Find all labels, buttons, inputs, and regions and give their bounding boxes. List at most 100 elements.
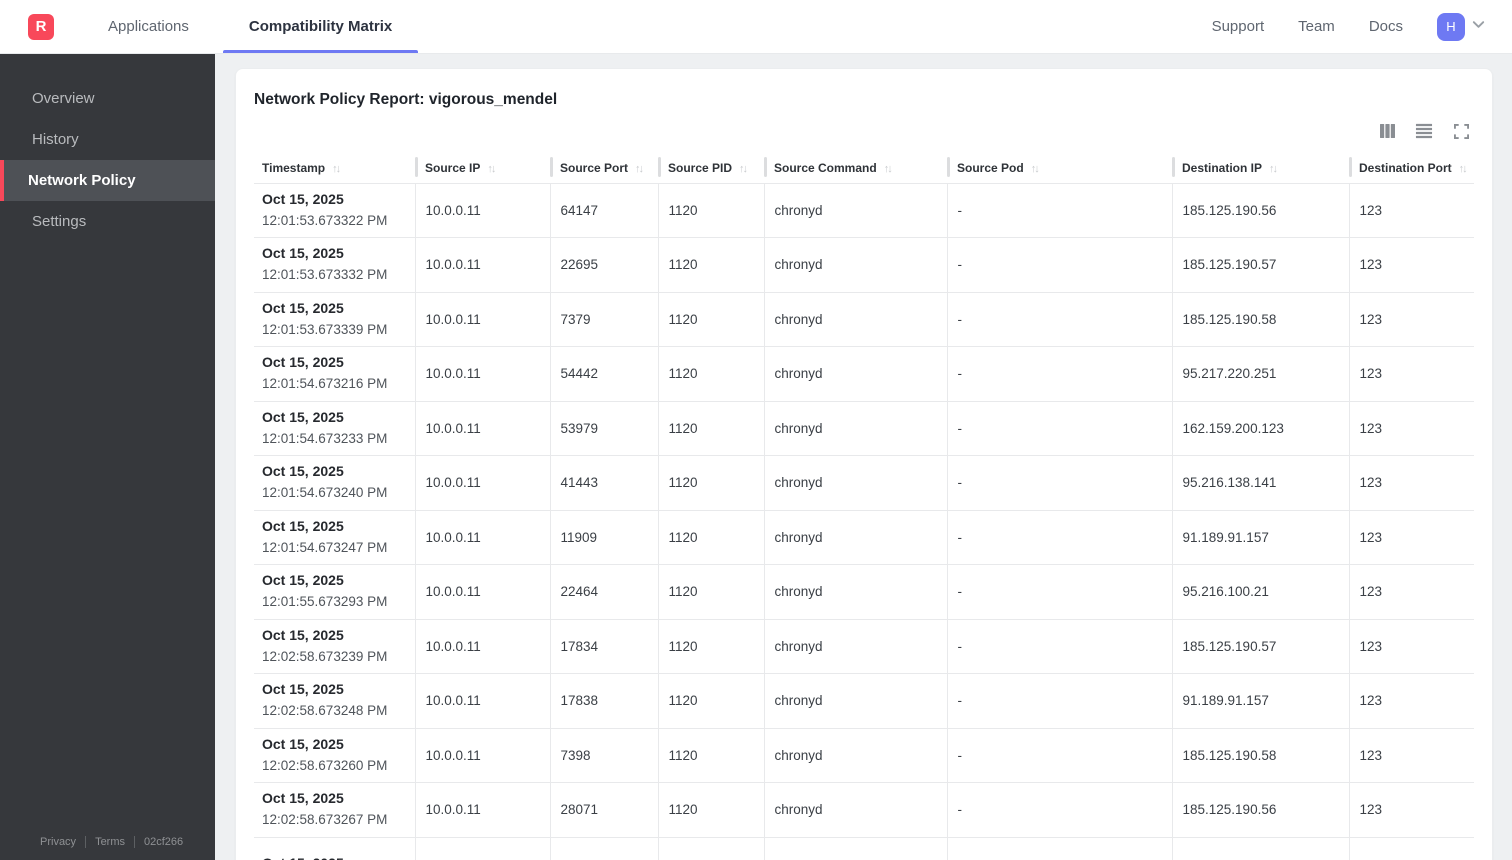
destination-port-cell: 123 [1348, 510, 1474, 565]
column-header-source-ip[interactable]: Source IP ↑↓ [415, 153, 550, 184]
column-label: Source PID [668, 160, 733, 175]
columns-view-icon[interactable] [1378, 122, 1396, 140]
destination-ip-cell: 91.189.91.157 [1171, 673, 1349, 729]
table-toolbar [254, 122, 1470, 140]
table-row: Oct 15, 2025 12:01:54.673247 PM 10.0.0.11 1… [254, 510, 1474, 565]
timestamp-cell: Oct 15, 2025 12:01:53.673332 PM [254, 237, 415, 293]
sidebar-item-network-policy[interactable]: Network Policy [0, 160, 215, 201]
source-pid-cell: 1120 [657, 401, 764, 456]
source-port-cell: 22695 [549, 237, 658, 293]
footer-divider [85, 836, 87, 848]
sort-icon[interactable]: ↑↓ [739, 163, 748, 175]
sort-icon[interactable]: ↑↓ [487, 163, 496, 175]
fullscreen-icon[interactable] [1452, 122, 1470, 140]
timestamp-date: Oct 15, 2025 [262, 735, 344, 752]
nav-link-team[interactable]: Team [1298, 18, 1335, 35]
source-ip-cell: 10.0.0.11 [414, 455, 550, 511]
column-label: Source IP [425, 160, 481, 175]
nav-tab-applications[interactable]: Applications [82, 0, 215, 53]
source-pid-cell: 1120 [657, 619, 764, 674]
source-command-cell: chronyd [763, 292, 947, 347]
source-pid-cell: 1120 [657, 346, 764, 402]
table-row: Oct 15, 2025 12:01:54.673240 PM 10.0.0.11 4… [254, 455, 1474, 511]
rows-view-icon[interactable] [1415, 122, 1433, 140]
sort-icon[interactable]: ↑↓ [1031, 163, 1040, 175]
nav-link-docs[interactable]: Docs [1369, 18, 1403, 35]
timestamp-date: Oct 15, 2025 [262, 681, 344, 698]
timestamp-date: Oct 15, 2025 [262, 299, 344, 316]
column-header-destination-port[interactable]: Destination Port ↑↓ [1349, 153, 1474, 184]
source-command-cell: chronyd [763, 564, 947, 620]
destination-ip-cell: 185.125.190.58 [1171, 728, 1349, 783]
sidebar: Overview History Network Policy Settings Pr… [0, 54, 215, 860]
source-ip-cell: 10.0.0.11 [414, 510, 550, 565]
sidebar-item-overview[interactable]: Overview [0, 78, 215, 119]
nav-link-support[interactable]: Support [1212, 18, 1265, 35]
nav-right: Support Team Docs H [1212, 0, 1512, 53]
source-pid-cell: 1120 [657, 782, 764, 838]
destination-port-cell [1348, 837, 1474, 860]
column-header-source-pod[interactable]: Source Pod ↑↓ [947, 153, 1172, 184]
source-ip-cell [414, 837, 550, 860]
report-card: Network Policy Report: vigorous_mendel T… [235, 68, 1493, 860]
top-navigation: R Applications Compatibility Matrix Suppo… [0, 0, 1512, 54]
chevron-down-icon[interactable] [1471, 17, 1486, 37]
column-header-source-command[interactable]: Source Command ↑↓ [764, 153, 947, 184]
source-pid-cell: 1120 [657, 292, 764, 347]
column-header-timestamp[interactable]: Timestamp ↑↓ [254, 153, 415, 184]
terms-link[interactable]: Terms [95, 836, 125, 848]
table-row: Oct 15, 2025 12:01:53.673332 PM 10.0.0.11 2… [254, 237, 1474, 293]
destination-ip-cell: 185.125.190.57 [1171, 619, 1349, 674]
timestamp-time: 12:01:53.673339 PM [262, 321, 388, 337]
sort-icon[interactable]: ↑↓ [884, 163, 893, 175]
sort-icon[interactable]: ↑↓ [1269, 163, 1278, 175]
destination-ip-cell: 95.216.100.21 [1171, 564, 1349, 620]
source-pid-cell: 1120 [657, 510, 764, 565]
source-command-cell: chronyd [763, 183, 947, 238]
destination-port-cell: 123 [1348, 728, 1474, 783]
source-command-cell: chronyd [763, 619, 947, 674]
source-pod-cell: - [946, 564, 1172, 620]
timestamp-date: Oct 15, 2025 [262, 245, 344, 262]
privacy-link[interactable]: Privacy [40, 836, 76, 848]
timestamp-time: 12:01:54.673233 PM [262, 430, 388, 446]
timestamp-cell: Oct 15, 2025 12:01:54.673216 PM [254, 346, 415, 402]
source-pid-cell: 1120 [657, 183, 764, 238]
app-logo[interactable]: R [28, 13, 54, 40]
column-label: Source Command [774, 160, 877, 175]
source-port-cell: 28071 [549, 782, 658, 838]
timestamp-cell: Oct 15, 2025 12:02:58.673248 PM [254, 673, 415, 729]
source-pid-cell: 1120 [657, 728, 764, 783]
logo-container: R [0, 0, 82, 53]
source-ip-cell: 10.0.0.11 [414, 346, 550, 402]
destination-ip-cell: 185.125.190.56 [1171, 183, 1349, 238]
sidebar-item-settings[interactable]: Settings [0, 201, 215, 242]
sidebar-item-history[interactable]: History [0, 119, 215, 160]
source-port-cell: 17834 [549, 619, 658, 674]
destination-ip-cell: 185.125.190.56 [1171, 782, 1349, 838]
timestamp-cell: Oct 15, 2025 12:01:54.673240 PM [254, 455, 415, 511]
source-port-cell: 54442 [549, 346, 658, 402]
sort-icon[interactable]: ↑↓ [332, 163, 341, 175]
sort-icon[interactable]: ↑↓ [1459, 163, 1468, 175]
source-command-cell: chronyd [763, 401, 947, 456]
column-header-source-pid[interactable]: Source PID ↑↓ [658, 153, 764, 184]
column-header-destination-ip[interactable]: Destination IP ↑↓ [1172, 153, 1349, 184]
page-title: Network Policy Report: vigorous_mendel [254, 91, 558, 108]
source-pid-cell: 1120 [657, 673, 764, 729]
column-label: Source Pod [957, 160, 1024, 175]
table-row: Oct 15, 2025 12:02:58.673267 PM 10.0.0.11 2… [254, 782, 1474, 838]
column-header-source-port[interactable]: Source Port ↑↓ [550, 153, 658, 184]
user-menu[interactable]: H [1437, 12, 1486, 41]
source-pod-cell: - [946, 510, 1172, 565]
avatar[interactable]: H [1437, 12, 1465, 41]
source-port-cell [549, 837, 658, 860]
source-ip-cell: 10.0.0.11 [414, 401, 550, 456]
source-ip-cell: 10.0.0.11 [414, 292, 550, 347]
destination-port-cell: 123 [1348, 673, 1474, 729]
destination-port-cell: 123 [1348, 346, 1474, 402]
sort-icon[interactable]: ↑↓ [635, 163, 644, 175]
destination-ip-cell: 91.189.91.157 [1171, 510, 1349, 565]
nav-tab-compatibility-matrix[interactable]: Compatibility Matrix [222, 0, 419, 53]
timestamp-time: 12:01:54.673247 PM [262, 539, 388, 555]
